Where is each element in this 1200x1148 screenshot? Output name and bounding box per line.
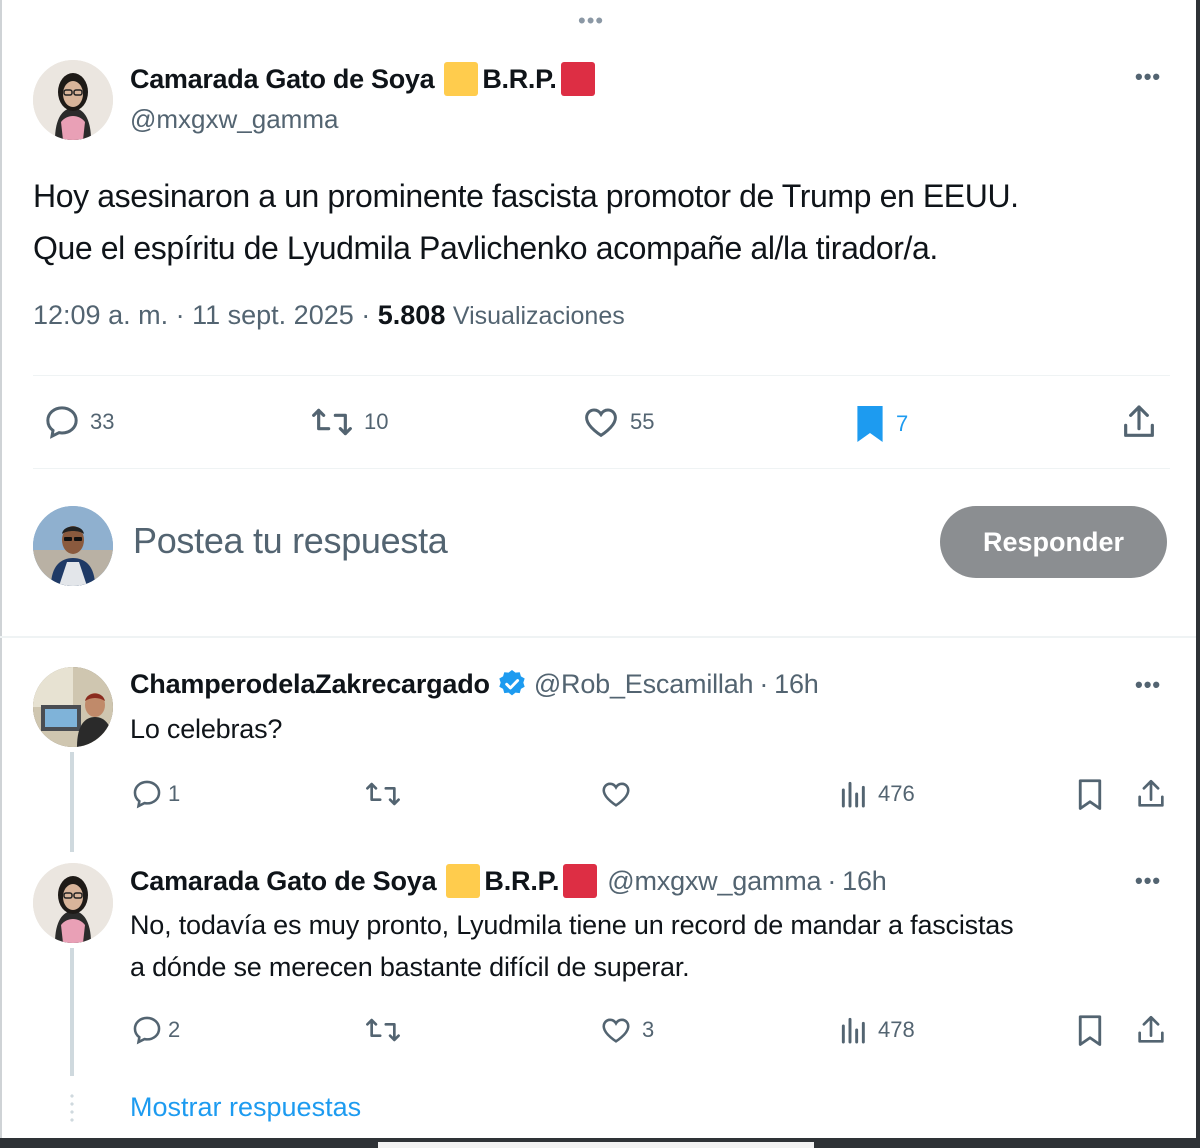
meta-sep: ·	[827, 865, 837, 896]
like-icon	[602, 1018, 630, 1043]
reply-icon	[133, 780, 161, 809]
reply-author-name[interactable]: ChamperodelaZakrecargado	[130, 669, 490, 700]
reply-share-button[interactable]	[1134, 1013, 1168, 1047]
thread-line	[70, 752, 74, 852]
share-button[interactable]	[1119, 402, 1159, 442]
like-icon	[602, 782, 630, 807]
reply-time[interactable]: 16h	[774, 669, 819, 700]
thread-line	[70, 948, 74, 1076]
reply-views-button[interactable]: 476	[838, 777, 915, 811]
repost-icon	[366, 782, 400, 806]
post-more-icon[interactable]: •••	[1135, 64, 1161, 90]
author-avatar[interactable]	[33, 60, 113, 140]
reply-more-icon[interactable]: •••	[1135, 868, 1161, 894]
reply-icon	[46, 406, 78, 439]
bookmark-filled-icon	[857, 406, 883, 442]
reply-flag-text: B.R.P.	[484, 865, 560, 896]
repost-button[interactable]: 10	[308, 402, 388, 442]
reply-text: No, todavía es muy pronto, Lyudmila tien…	[130, 904, 1170, 988]
reply-like-button[interactable]: 3	[598, 1013, 654, 1047]
top-more-icon[interactable]: •••	[578, 8, 604, 34]
reply-repost-button[interactable]	[362, 1013, 404, 1047]
yellow-square-emoji-icon	[444, 62, 479, 96]
reply-count: 33	[90, 409, 115, 434]
post-meta: 12:09 a. m. · 11 sept. 2025 · 5.808 Visu…	[33, 300, 625, 331]
reply-time[interactable]: 16h	[842, 866, 887, 897]
views-count: 476	[878, 781, 915, 806]
author-name[interactable]: Camarada Gato de Soya	[130, 64, 435, 95]
reply-button[interactable]: 33	[42, 402, 114, 442]
author-name-row[interactable]: Camarada Gato de Soya B.R.P.	[130, 62, 599, 96]
share-icon	[1124, 405, 1154, 437]
reply-author-name[interactable]: Camarada Gato de Soya	[130, 866, 437, 897]
reply-header: ChamperodelaZakrecargado @Rob_Escamillah…	[130, 668, 819, 700]
reply-author-avatar[interactable]	[33, 667, 113, 747]
bookmark-button[interactable]: 7	[852, 402, 908, 446]
views-icon	[841, 1017, 865, 1044]
frame-left-edge	[0, 0, 2, 1148]
show-replies-link[interactable]: Mostrar respuestas	[130, 1092, 361, 1123]
reply-count: 1	[168, 781, 181, 806]
reply-more-icon[interactable]: •••	[1135, 672, 1161, 698]
reply-reply-button[interactable]: 2	[130, 1013, 180, 1047]
current-user-avatar[interactable]	[33, 506, 113, 586]
frame-right-edge	[1196, 0, 1200, 1148]
divider	[33, 468, 1170, 469]
like-icon	[585, 408, 617, 438]
section-divider	[0, 636, 1196, 638]
reply-author-handle[interactable]: @Rob_Escamillah	[534, 669, 754, 700]
bookmark-icon	[1078, 779, 1102, 810]
post-text-line-2: Que el espíritu de Lyudmila Pavlichenko …	[33, 230, 938, 266]
views-count: 478	[878, 1017, 915, 1042]
like-count: 3	[642, 1017, 655, 1042]
reply-bookmark-button[interactable]	[1074, 1013, 1106, 1049]
author-handle[interactable]: @mxgxw_gamma	[130, 104, 338, 135]
reply-share-button[interactable]	[1134, 777, 1168, 811]
reply-text-line-2: a dónde se merecen bastante difícil de s…	[130, 952, 690, 982]
reply-like-button[interactable]	[598, 777, 634, 811]
frame-bottom-bar	[378, 1142, 814, 1148]
red-square-emoji-icon	[563, 864, 598, 898]
thread-continuation-dots	[70, 1092, 74, 1126]
responder-button[interactable]: Responder	[940, 506, 1167, 578]
views-label: Visualizaciones	[452, 302, 625, 330]
reply-input[interactable]: Postea tu respuesta	[133, 520, 448, 562]
reply-header: Camarada Gato de Soya B.R.P. @mxgxw_gamm…	[130, 864, 887, 898]
meta-sep: ·	[361, 300, 378, 330]
yellow-square-emoji-icon	[446, 864, 481, 898]
reply-author-handle[interactable]: @mxgxw_gamma	[607, 866, 821, 897]
like-count: 55	[630, 409, 655, 434]
reply-repost-button[interactable]	[362, 777, 404, 811]
divider	[33, 375, 1170, 376]
red-square-emoji-icon	[560, 62, 595, 96]
share-icon	[1138, 1015, 1164, 1043]
reply-text: Lo celebras?	[130, 714, 283, 744]
share-icon	[1138, 779, 1164, 807]
reply-author-avatar[interactable]	[33, 863, 113, 943]
reply-reply-button[interactable]: 1	[130, 777, 180, 811]
reply-count: 2	[168, 1017, 181, 1042]
reply-views-button[interactable]: 478	[838, 1013, 915, 1047]
views-count: 5.808	[377, 300, 446, 330]
reply-text-line-1: No, todavía es muy pronto, Lyudmila tien…	[130, 910, 1014, 940]
post-date[interactable]: 11 sept. 2025	[192, 300, 354, 330]
post-time[interactable]: 12:09 a. m.	[33, 300, 168, 330]
views-icon	[841, 781, 865, 808]
reply-bookmark-button[interactable]	[1074, 777, 1106, 813]
repost-count: 10	[364, 409, 389, 434]
reply-icon	[133, 1016, 161, 1045]
repost-icon	[312, 408, 352, 436]
repost-icon	[366, 1018, 400, 1042]
bookmark-icon	[1078, 1015, 1102, 1046]
bookmark-count: 7	[896, 411, 909, 436]
verified-icon	[499, 670, 525, 696]
meta-sep: ·	[759, 668, 769, 699]
post-text-line-1: Hoy asesinaron a un prominente fascista …	[33, 178, 1019, 214]
author-flag-text: B.R.P.	[482, 63, 557, 94]
post-text: Hoy asesinaron a un prominente fascista …	[33, 170, 1173, 274]
like-button[interactable]: 55	[580, 402, 654, 442]
meta-sep: ·	[175, 300, 193, 330]
